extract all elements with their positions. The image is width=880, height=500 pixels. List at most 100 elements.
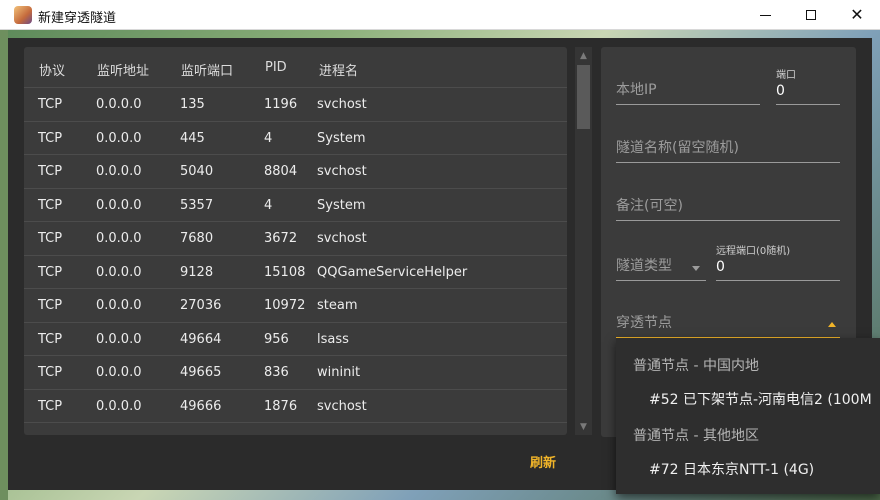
cell-protocol: TCP — [38, 197, 63, 213]
refresh-button[interactable]: 刷新 — [530, 452, 556, 471]
cell-listen-port: 7680 — [180, 231, 214, 246]
header-process-name[interactable]: 进程名 — [319, 60, 358, 79]
table-header: 协议 监听地址 监听端口 PID 进程名 — [24, 47, 567, 88]
header-pid[interactable]: PID — [265, 60, 287, 75]
scroll-up-icon[interactable]: ▲ — [575, 47, 592, 64]
cell-process-name: lsass — [317, 331, 349, 347]
table-row[interactable]: TCP 0.0.0.0 49664 956 lsass — [24, 323, 567, 356]
cell-process-name: QQGameServiceHelper — [317, 264, 468, 280]
maximize-button[interactable] — [788, 0, 834, 30]
node-option-72[interactable]: #72 日本东京NTT-1 (4G) — [649, 459, 814, 479]
cell-listen-address: 0.0.0.0 — [96, 197, 142, 213]
cell-protocol: TCP — [38, 298, 63, 313]
cell-pid: 1196 — [264, 97, 298, 112]
app-icon — [14, 6, 32, 24]
cell-process-name: System — [317, 130, 366, 146]
cell-process-name: svchost — [317, 164, 367, 179]
cell-protocol: TCP — [38, 331, 63, 347]
local-port-input[interactable]: 端口 0 — [776, 66, 840, 105]
node-group-other: 普通节点 - 其他地区 — [633, 428, 759, 444]
cell-listen-port: 135 — [180, 97, 205, 112]
cell-listen-port: 5040 — [180, 164, 214, 179]
scroll-thumb[interactable] — [577, 65, 590, 129]
table-row[interactable]: TCP 0.0.0.0 135 1196 svchost — [24, 88, 567, 122]
node-option-52[interactable]: #52 已下架节点-河南电信2 (100M — [649, 389, 872, 409]
cell-protocol: TCP — [38, 365, 63, 380]
cell-pid: 15108 — [264, 264, 306, 280]
table-row[interactable]: TCP 0.0.0.0 7680 3672 svchost — [24, 222, 567, 256]
cell-listen-address: 0.0.0.0 — [96, 365, 142, 380]
cell-listen-port: 27036 — [180, 298, 222, 313]
cell-pid: 4 — [264, 130, 273, 146]
cell-process-name: System — [317, 197, 366, 213]
close-button[interactable]: ✕ — [834, 0, 880, 30]
remark-input[interactable]: 备注(可空) — [616, 193, 840, 221]
remote-port-value: 0 — [716, 259, 725, 275]
table-row[interactable]: TCP 0.0.0.0 49666 1876 svchost — [24, 390, 567, 423]
cell-process-name: svchost — [317, 97, 367, 112]
local-ip-placeholder: 本地IP — [616, 82, 657, 98]
node-dropdown-menu: 普通节点 - 中国内地 #52 已下架节点-河南电信2 (100M 普通节点 -… — [616, 338, 880, 494]
cell-listen-address: 0.0.0.0 — [96, 164, 142, 179]
cell-listen-address: 0.0.0.0 — [96, 331, 142, 347]
title-bar: 新建穿透隧道 ✕ — [0, 0, 880, 30]
local-port-value: 0 — [776, 83, 785, 99]
cell-process-name: svchost — [317, 231, 367, 246]
cell-listen-port: 49665 — [180, 365, 222, 380]
wallpaper-strip — [0, 30, 8, 500]
node-group-mainland: 普通节点 - 中国内地 — [633, 358, 759, 374]
remote-port-input[interactable]: 远程端口(0随机) 0 — [716, 242, 840, 281]
header-listen-port[interactable]: 监听端口 — [181, 60, 233, 79]
chevron-down-icon — [692, 266, 700, 271]
header-listen-address[interactable]: 监听地址 — [97, 60, 149, 79]
cell-listen-port: 5357 — [180, 197, 214, 213]
window-title: 新建穿透隧道 — [38, 11, 117, 26]
cell-protocol: TCP — [38, 398, 63, 414]
header-protocol[interactable]: 协议 — [39, 60, 65, 79]
local-port-label: 端口 — [776, 70, 796, 81]
cell-listen-port: 49666 — [180, 398, 222, 414]
cell-pid: 8804 — [264, 164, 298, 179]
cell-protocol: TCP — [38, 130, 63, 146]
port-table: 协议 监听地址 监听端口 PID 进程名 TCP 0.0.0.0 135 1196 sv… — [24, 47, 567, 435]
node-select[interactable]: 穿透节点 — [616, 311, 840, 339]
cell-protocol: TCP — [38, 231, 63, 246]
tunnel-name-input[interactable]: 隧道名称(留空随机) — [616, 135, 840, 163]
cell-pid: 956 — [264, 331, 289, 347]
cell-listen-port: 49664 — [180, 331, 222, 347]
table-row[interactable]: TCP 0.0.0.0 5040 8804 svchost — [24, 155, 567, 189]
cell-process-name: svchost — [317, 398, 367, 414]
cell-listen-address: 0.0.0.0 — [96, 398, 142, 414]
cell-protocol: TCP — [38, 97, 63, 112]
cell-pid: 1876 — [264, 398, 298, 414]
cell-process-name: wininit — [317, 365, 361, 380]
cell-process-name: steam — [317, 298, 358, 313]
cell-listen-address: 0.0.0.0 — [96, 298, 142, 313]
minimize-icon — [759, 14, 771, 16]
node-placeholder: 穿透节点 — [616, 315, 672, 331]
cell-listen-port: 445 — [180, 130, 205, 146]
table-row[interactable]: TCP 0.0.0.0 49665 836 wininit — [24, 356, 567, 390]
cell-pid: 4 — [264, 197, 273, 213]
chevron-up-icon — [828, 322, 836, 327]
cell-pid: 836 — [264, 365, 289, 380]
cell-protocol: TCP — [38, 164, 63, 179]
tunnel-type-placeholder: 隧道类型 — [616, 258, 672, 274]
remark-placeholder: 备注(可空) — [616, 198, 683, 214]
cell-listen-address: 0.0.0.0 — [96, 264, 142, 280]
table-scrollbar[interactable]: ▲ ▼ — [575, 47, 592, 435]
table-row[interactable]: TCP 0.0.0.0 27036 10972 steam — [24, 289, 567, 323]
cell-listen-address: 0.0.0.0 — [96, 97, 142, 112]
cell-listen-port: 9128 — [180, 264, 214, 280]
local-ip-input[interactable]: 本地IP — [616, 76, 760, 105]
scroll-down-icon[interactable]: ▼ — [575, 418, 592, 435]
cell-protocol: TCP — [38, 264, 63, 280]
cell-listen-address: 0.0.0.0 — [96, 130, 142, 146]
tunnel-type-select[interactable]: 隧道类型 — [616, 252, 706, 281]
cell-pid: 3672 — [264, 231, 298, 246]
table-row[interactable]: TCP 0.0.0.0 9128 15108 QQGameServiceHelper — [24, 256, 567, 289]
table-row[interactable]: TCP 0.0.0.0 5357 4 System — [24, 189, 567, 222]
table-row[interactable]: TCP 0.0.0.0 445 4 System — [24, 122, 567, 155]
minimize-button[interactable] — [742, 0, 788, 30]
close-icon: ✕ — [850, 5, 864, 24]
